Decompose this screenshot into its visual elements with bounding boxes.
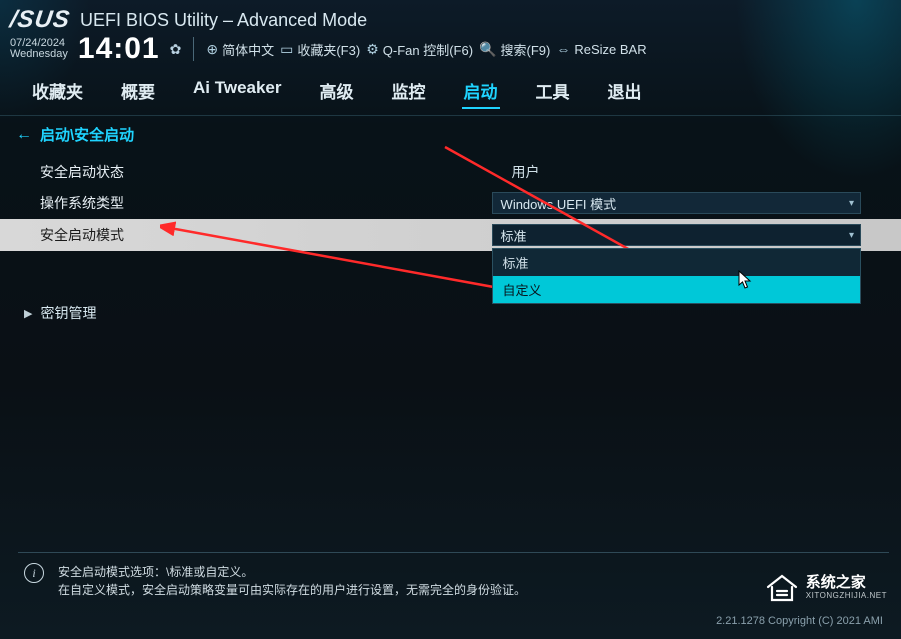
house-icon bbox=[764, 573, 800, 603]
tab-ai-tweaker[interactable]: Ai Tweaker bbox=[191, 74, 284, 109]
help-panel: i 安全启动模式选项：\标准或自定义。 在自定义模式，安全启动策略变量可由实际存… bbox=[18, 552, 889, 605]
row-secure-boot-state: 安全启动状态 用户 bbox=[0, 157, 901, 187]
fan-icon: ⚙ bbox=[366, 41, 379, 58]
back-arrow-icon[interactable]: ← bbox=[16, 126, 32, 144]
resize-icon: ⇔ bbox=[556, 41, 570, 57]
separator bbox=[193, 37, 194, 61]
footer-copyright: 2.21.1278 Copyright (C) 2021 AMI bbox=[716, 615, 883, 627]
option-standard[interactable]: 标准 bbox=[493, 249, 860, 276]
watermark: 系统之家 XITONGZHIJIA.NET bbox=[764, 573, 887, 603]
tab-favorites[interactable]: 收藏夹 bbox=[30, 74, 85, 109]
folder-icon: ▭ bbox=[280, 41, 293, 58]
date-display: 07/24/2024 Wednesday bbox=[10, 38, 68, 60]
secure-boot-mode-options: 标准 自定义 bbox=[492, 248, 861, 304]
chevron-down-icon: ▾ bbox=[849, 230, 854, 241]
settings-gear-icon[interactable]: ✿ bbox=[170, 41, 182, 58]
resize-bar-button[interactable]: ⇔ ReSize BAR bbox=[556, 41, 646, 57]
option-custom[interactable]: 自定义 bbox=[493, 276, 860, 303]
expand-caret-icon: ▶ bbox=[24, 307, 32, 320]
clock: 14:01 bbox=[78, 32, 160, 66]
help-line-1: 安全启动模式选项：\标准或自定义。 bbox=[58, 563, 526, 581]
info-icon: i bbox=[24, 563, 44, 583]
breadcrumb-text: 启动\安全启动 bbox=[40, 124, 134, 145]
tab-tool[interactable]: 工具 bbox=[534, 74, 572, 109]
brand-logo: /SUS bbox=[8, 6, 72, 34]
row-secure-boot-mode[interactable]: 安全启动模式 标准 ▾ 标准 自定义 bbox=[0, 219, 901, 251]
chevron-down-icon: ▾ bbox=[849, 198, 854, 209]
help-line-2: 在自定义模式，安全启动策略变量可由实际存在的用户进行设置，无需完全的身份验证。 bbox=[58, 581, 526, 599]
favorites-button[interactable]: ▭ 收藏夹(F3) bbox=[280, 40, 360, 59]
main-tabs: 收藏夹 概要 Ai Tweaker 高级 监控 启动 工具 退出 bbox=[0, 66, 901, 116]
row-os-type[interactable]: 操作系统类型 Windows UEFI 模式 ▾ bbox=[0, 187, 901, 219]
tab-boot[interactable]: 启动 bbox=[462, 74, 500, 109]
secure-boot-mode-dropdown[interactable]: 标准 ▾ bbox=[492, 224, 861, 246]
language-selector[interactable]: ⊕ 简体中文 bbox=[206, 40, 274, 59]
qfan-button[interactable]: ⚙ Q-Fan 控制(F6) bbox=[366, 40, 473, 59]
tab-exit[interactable]: 退出 bbox=[606, 74, 644, 109]
tab-main[interactable]: 概要 bbox=[119, 74, 157, 109]
app-title: UEFI BIOS Utility – Advanced Mode bbox=[80, 10, 367, 31]
search-icon: 🔍 bbox=[479, 41, 496, 58]
tab-advanced[interactable]: 高级 bbox=[318, 74, 356, 109]
breadcrumb[interactable]: ← 启动\安全启动 bbox=[0, 116, 901, 153]
globe-icon: ⊕ bbox=[206, 41, 218, 58]
secure-boot-state-value: 用户 bbox=[492, 162, 540, 182]
tab-monitor[interactable]: 监控 bbox=[390, 74, 428, 109]
os-type-dropdown[interactable]: Windows UEFI 模式 ▾ bbox=[492, 192, 861, 214]
search-button[interactable]: 🔍 搜索(F9) bbox=[479, 40, 550, 59]
